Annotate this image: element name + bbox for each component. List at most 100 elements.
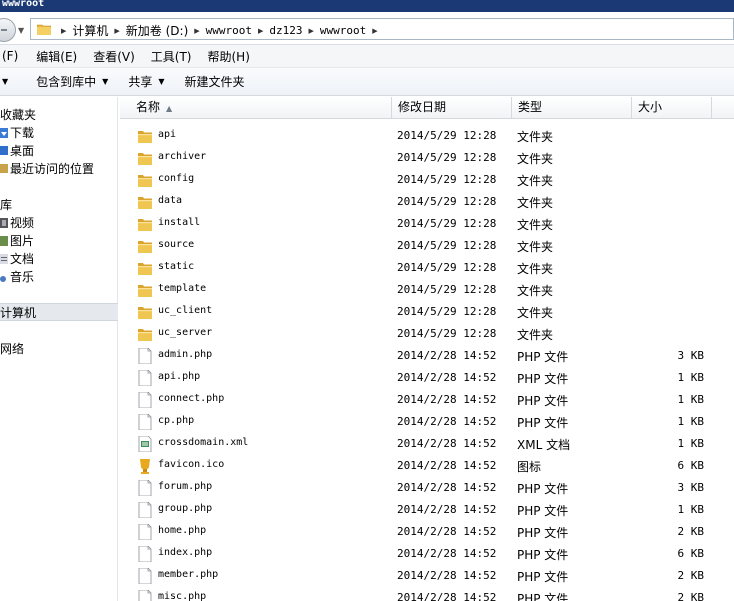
menu-bar: (F) 编辑(E) 查看(V) 工具(T) 帮助(H): [0, 45, 734, 68]
file-type: 文件夹: [517, 262, 554, 276]
chevron-right-icon[interactable]: ▶: [190, 27, 203, 35]
folder-icon: [138, 128, 152, 144]
desktop-icon: [0, 145, 8, 155]
menu-view[interactable]: 查看(V): [85, 48, 143, 65]
table-row[interactable]: uc_client 2014/5/29 12:28 文件夹: [120, 301, 734, 323]
nav-documents[interactable]: 文档: [0, 249, 118, 267]
column-header-size[interactable]: 大小: [632, 97, 712, 119]
menu-help[interactable]: 帮助(H): [200, 48, 258, 65]
nav-desktop[interactable]: 桌面: [0, 141, 118, 159]
column-header-type[interactable]: 类型: [512, 97, 632, 119]
file-date: 2014/2/28 14:52: [397, 525, 497, 538]
table-row[interactable]: favicon.ico 2014/2/28 14:52 图标 6 KB: [120, 455, 734, 477]
chevron-down-icon: ▼: [102, 77, 109, 86]
table-row[interactable]: data 2014/5/29 12:28 文件夹: [120, 191, 734, 213]
chevron-right-icon[interactable]: ▶: [110, 27, 123, 35]
file-icon: [138, 501, 152, 519]
nav-libraries[interactable]: 库: [0, 195, 118, 213]
file-name: uc_client: [158, 305, 213, 316]
file-date: 2014/2/28 14:52: [397, 437, 497, 450]
file-size: 3 KB: [677, 349, 705, 362]
file-date: 2014/5/29 12:28: [397, 195, 497, 208]
file-type: PHP 文件: [517, 416, 569, 430]
breadcrumb-dz123[interactable]: dz123: [267, 24, 304, 37]
new-folder-button[interactable]: 新建文件夹: [175, 73, 255, 90]
file-date: 2014/5/29 12:28: [397, 217, 497, 230]
table-row[interactable]: template 2014/5/29 12:28 文件夹: [120, 279, 734, 301]
file-size: 2 KB: [677, 569, 705, 582]
table-row[interactable]: archiver 2014/5/29 12:28 文件夹: [120, 147, 734, 169]
file-name: forum.php: [158, 481, 213, 492]
nav-videos[interactable]: 视频: [0, 213, 118, 231]
table-row[interactable]: uc_server 2014/5/29 12:28 文件夹: [120, 323, 734, 345]
address-field[interactable]: ▶ 计算机 ▶ 新加卷 (D:) ▶ wwwroot ▶ dz123 ▶ www…: [30, 18, 734, 40]
breadcrumb-wwwroot[interactable]: wwwroot: [204, 24, 254, 37]
column-header-name[interactable]: 名称 ▲: [120, 97, 392, 119]
menu-file[interactable]: (F): [0, 49, 28, 63]
share-button[interactable]: 共享 ▼: [118, 73, 174, 90]
breadcrumb-wwwroot-sub[interactable]: wwwroot: [318, 24, 368, 37]
include-in-library-button[interactable]: 包含到库中 ▼: [26, 73, 118, 90]
column-header-date[interactable]: 修改日期: [392, 97, 512, 119]
chevron-right-icon[interactable]: ▶: [368, 27, 381, 35]
breadcrumb-drive[interactable]: 新加卷 (D:): [124, 22, 190, 39]
file-name: api.php: [158, 371, 201, 382]
breadcrumb-computer[interactable]: 计算机: [70, 22, 110, 39]
file-icon: [138, 479, 152, 497]
nav-network[interactable]: 网络: [0, 339, 118, 357]
file-type: 文件夹: [517, 328, 554, 342]
table-row[interactable]: crossdomain.xml 2014/2/28 14:52 XML 文档 1 KB: [120, 433, 734, 455]
file-name: favicon.ico: [158, 459, 225, 470]
column-name-label: 名称: [136, 100, 161, 114]
table-row[interactable]: api.php 2014/2/28 14:52 PHP 文件 1 KB: [120, 367, 734, 389]
file-type: 文件夹: [517, 130, 554, 144]
table-row[interactable]: home.php 2014/2/28 14:52 PHP 文件 2 KB: [120, 521, 734, 543]
file-date: 2014/2/28 14:52: [397, 503, 497, 516]
nav-pictures-label: 图片: [10, 233, 35, 248]
back-button[interactable]: [0, 18, 16, 42]
file-date: 2014/2/28 14:52: [397, 459, 497, 472]
table-row[interactable]: index.php 2014/2/28 14:52 PHP 文件 6 KB: [120, 543, 734, 565]
file-type: 文件夹: [517, 284, 554, 298]
file-type: 文件夹: [517, 218, 554, 232]
menu-tools[interactable]: 工具(T): [143, 48, 200, 65]
table-row[interactable]: api 2014/5/29 12:28 文件夹: [120, 125, 734, 147]
file-type: PHP 文件: [517, 504, 569, 518]
file-date: 2014/5/29 12:28: [397, 261, 497, 274]
file-name: connect.php: [158, 393, 225, 404]
file-date: 2014/5/29 12:28: [397, 173, 497, 186]
nav-computer[interactable]: 计算机: [0, 303, 118, 321]
nav-music[interactable]: 音乐: [0, 267, 118, 285]
breadcrumb-root-chevron-icon[interactable]: ▶: [57, 27, 70, 35]
file-type: PHP 文件: [517, 570, 569, 584]
table-row[interactable]: cp.php 2014/2/28 14:52 PHP 文件 1 KB: [120, 411, 734, 433]
table-row[interactable]: admin.php 2014/2/28 14:52 PHP 文件 3 KB: [120, 345, 734, 367]
file-type: PHP 文件: [517, 394, 569, 408]
table-row[interactable]: member.php 2014/2/28 14:52 PHP 文件 2 KB: [120, 565, 734, 587]
file-name: member.php: [158, 569, 219, 580]
nav-recent-places[interactable]: 最近访问的位置: [0, 159, 118, 177]
folder-icon: [138, 304, 152, 320]
file-icon: [138, 369, 152, 387]
table-row[interactable]: forum.php 2014/2/28 14:52 PHP 文件 3 KB: [120, 477, 734, 499]
nav-libraries-label: 库: [0, 197, 13, 212]
table-row[interactable]: config 2014/5/29 12:28 文件夹: [120, 169, 734, 191]
file-size: 3 KB: [677, 481, 705, 494]
menu-edit[interactable]: 编辑(E): [28, 48, 85, 65]
nav-favorites[interactable]: 收藏夹: [0, 105, 118, 123]
table-row[interactable]: install 2014/5/29 12:28 文件夹: [120, 213, 734, 235]
nav-downloads[interactable]: 下载: [0, 123, 118, 141]
table-row[interactable]: static 2014/5/29 12:28 文件夹: [120, 257, 734, 279]
nav-pictures[interactable]: 图片: [0, 231, 118, 249]
table-row[interactable]: connect.php 2014/2/28 14:52 PHP 文件 1 KB: [120, 389, 734, 411]
file-type: 图标: [517, 460, 542, 474]
history-dropdown-icon[interactable]: ▼: [18, 26, 24, 35]
table-row[interactable]: misc.php 2014/2/28 14:52 PHP 文件 2 KB: [120, 587, 734, 601]
organize-dropdown-button[interactable]: ▼: [0, 77, 26, 86]
nav-downloads-label: 下载: [10, 125, 35, 140]
chevron-right-icon[interactable]: ▶: [305, 27, 318, 35]
table-row[interactable]: group.php 2014/2/28 14:52 PHP 文件 1 KB: [120, 499, 734, 521]
chevron-right-icon[interactable]: ▶: [254, 27, 267, 35]
table-row[interactable]: source 2014/5/29 12:28 文件夹: [120, 235, 734, 257]
file-name: api: [158, 129, 177, 140]
